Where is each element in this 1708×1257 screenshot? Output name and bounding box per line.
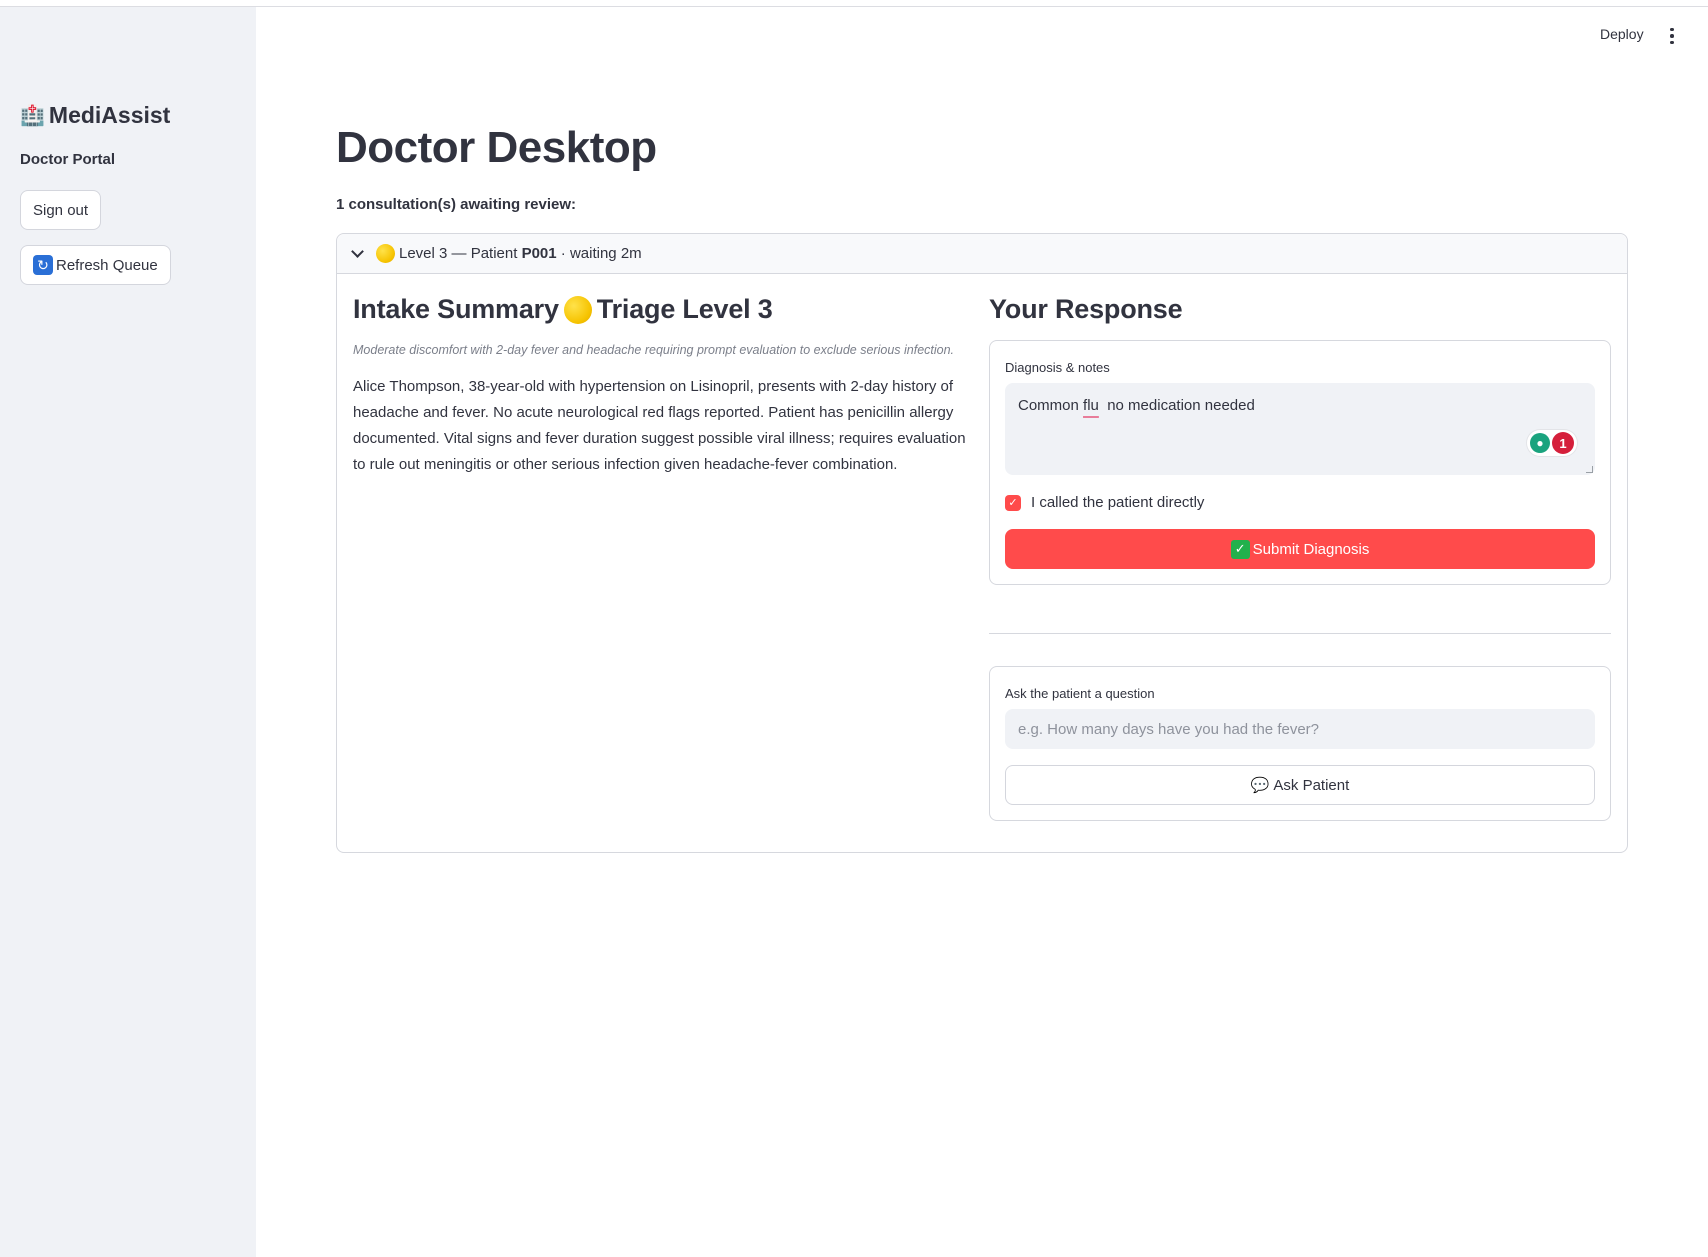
waiting-time: · waiting 2m — [560, 245, 642, 262]
resize-handle-icon[interactable] — [1586, 466, 1593, 473]
triage-caption: Moderate discomfort with 2-day fever and… — [353, 343, 955, 357]
page-title: Doctor Desktop — [336, 123, 657, 172]
submit-diagnosis-button[interactable]: ✓ Submit Diagnosis — [1005, 529, 1595, 569]
refresh-queue-label: Refresh Queue — [56, 256, 158, 274]
sign-out-button[interactable]: Sign out — [20, 190, 102, 230]
hospital-icon: 🏥 — [20, 105, 45, 127]
refresh-queue-button[interactable]: ↻ Refresh Queue — [20, 245, 171, 285]
response-column: Your Response Diagnosis & notes Common f… — [989, 294, 1611, 821]
intake-column: Intake Summary Triage Level 3 Moderate d… — [353, 294, 973, 478]
chevron-down-icon — [351, 245, 364, 258]
checkmark-icon: ✓ — [1005, 494, 1021, 511]
deploy-button[interactable]: Deploy — [1600, 26, 1644, 42]
check-mark-button-icon: ✓ — [1230, 539, 1250, 559]
awaiting-count: 1 consultation(s) awaiting review: — [336, 196, 577, 213]
sign-out-label: Sign out — [33, 201, 89, 219]
ask-patient-button[interactable]: 💬 Ask Patient — [1005, 765, 1595, 805]
patient-id: P001 — [521, 245, 557, 262]
consultation-expander: Level 3 — Patient P001 · waiting 2m Inta… — [336, 233, 1628, 853]
consultation-expander-header[interactable]: Level 3 — Patient P001 · waiting 2m — [337, 234, 1627, 274]
top-border — [0, 0, 1708, 7]
ask-question-label: Ask the patient a question — [1005, 686, 1155, 701]
response-heading: Your Response — [989, 294, 1183, 324]
divider — [989, 633, 1611, 634]
intake-heading-prefix: Intake Summary — [353, 294, 559, 324]
intake-heading: Intake Summary Triage Level 3 — [353, 294, 973, 325]
yellow-circle-icon — [563, 295, 592, 324]
called-patient-label: I called the patient directly — [1031, 494, 1205, 511]
yellow-circle-icon — [376, 244, 395, 263]
ask-patient-label: Ask Patient — [1273, 776, 1350, 794]
refresh-icon: ↻ — [33, 255, 53, 275]
intake-heading-suffix: Triage Level 3 — [596, 294, 773, 324]
brand-name: MediAssist — [48, 102, 171, 128]
intake-summary: Alice Thompson, 38-year-old with hyperte… — [353, 378, 966, 473]
lightbulb-icon: ● — [1530, 433, 1550, 453]
diagnosis-text-part1: Common — [1018, 397, 1084, 414]
portal-label: Doctor Portal — [20, 151, 116, 168]
ask-question-form: Ask the patient a question e.g. How many… — [989, 666, 1611, 821]
ask-question-input[interactable]: e.g. How many days have you had the feve… — [1005, 709, 1595, 749]
diagnosis-form: Diagnosis & notes Common flu no medicati… — [989, 340, 1611, 585]
diagnosis-text-part2: no medication needed — [1098, 397, 1255, 414]
submit-diagnosis-label: Submit Diagnosis — [1252, 540, 1370, 558]
grammar-issue-count: 1 — [1552, 432, 1574, 454]
diagnosis-textarea[interactable]: Common flu no medication needed ● 1 — [1005, 383, 1595, 475]
speech-bubble-icon: 💬 — [1250, 777, 1270, 794]
sidebar: 🏥 MediAssist Doctor Portal Sign out ↻ Re… — [0, 0, 256, 1257]
called-patient-checkbox[interactable]: ✓ I called the patient directly — [1005, 494, 1595, 511]
kebab-menu-icon[interactable] — [1667, 26, 1677, 46]
diagnosis-label: Diagnosis & notes — [1005, 360, 1110, 375]
grammar-assistant-badge[interactable]: ● 1 — [1527, 430, 1577, 456]
triage-level-text: Level 3 — Patient — [399, 245, 518, 262]
brand: 🏥 MediAssist — [20, 102, 170, 129]
diagnosis-flagged-word[interactable]: flu — [1083, 397, 1099, 414]
